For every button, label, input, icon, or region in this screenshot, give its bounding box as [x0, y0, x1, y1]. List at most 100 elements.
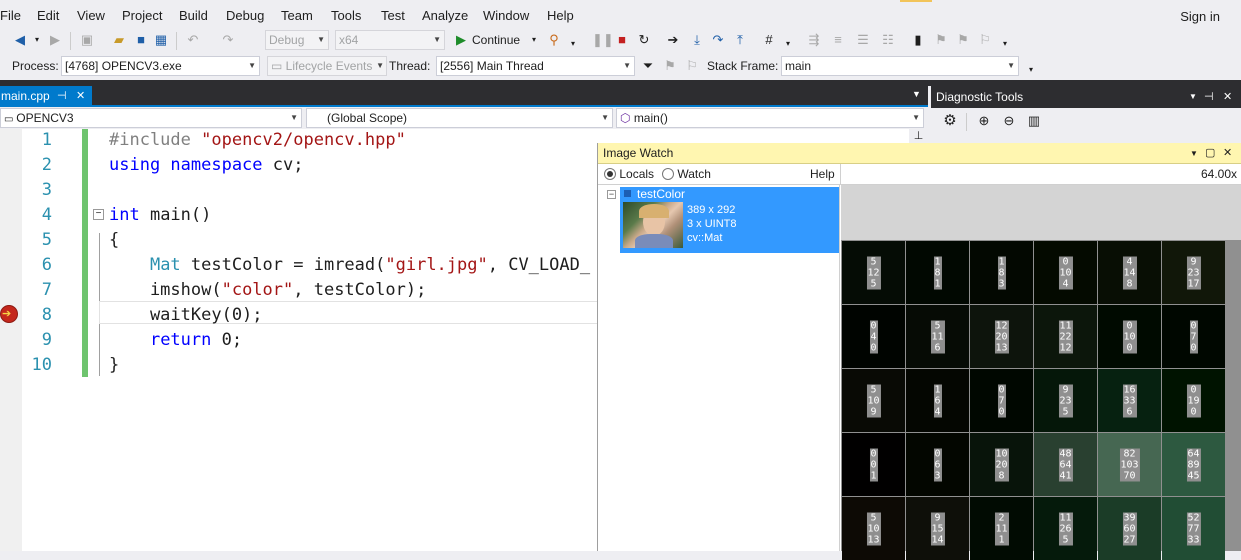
pixel-cell[interactable]: 0 19 0 [1162, 369, 1225, 432]
collapse-toggle-icon[interactable]: − [607, 190, 616, 199]
back-dropdown-icon[interactable]: ▾ [29, 32, 45, 48]
hex-dropdown-icon[interactable]: ▾ [780, 36, 796, 52]
pixel-cell[interactable]: 16 33 6 [1098, 369, 1161, 432]
flag-icon[interactable]: ⚐ [684, 58, 700, 74]
maximize-icon[interactable]: ▢ [1205, 143, 1215, 164]
flag-threads-icon[interactable]: ⚑ [662, 58, 678, 74]
pixel-cell[interactable]: 0 10 0 [1098, 305, 1161, 368]
continue-dropdown-icon[interactable]: ▾ [526, 32, 542, 48]
settings-gear-icon[interactable]: ⚙ [942, 113, 958, 129]
pixel-cell[interactable]: 0 0 1 [842, 433, 905, 496]
pixel-cell[interactable]: 0 7 0 [970, 369, 1033, 432]
open-file-icon[interactable]: ▰ [111, 32, 127, 48]
glyph-margin[interactable]: ➔ [0, 129, 22, 551]
toolbar-overflow-icon[interactable]: ▾ [1023, 62, 1039, 78]
filter-icon[interactable]: ⏷ [640, 58, 656, 74]
break-all-icon[interactable]: ❚❚ [592, 32, 614, 48]
menu-project[interactable]: Project [122, 8, 162, 23]
menu-build[interactable]: Build [179, 8, 208, 23]
zoom-in-icon[interactable]: ⊕ [976, 113, 992, 129]
thread-select[interactable]: [2556] Main Thread ▼ [436, 56, 635, 76]
uncomment-icon[interactable]: ☷ [880, 32, 896, 48]
pixel-grid[interactable]: 5 12 5 1 8 1 1 8 3 0 10 4 4 14 8 9 23 17 0 4 0… [841, 240, 1241, 560]
step-into-icon[interactable]: ⤓ [689, 32, 705, 48]
pin-icon[interactable]: ⊣ [57, 86, 67, 107]
show-next-statement-icon[interactable]: ➔ [665, 32, 681, 48]
pixel-cell[interactable]: 9 23 17 [1162, 241, 1225, 304]
pixel-cell[interactable]: 0 6 3 [906, 433, 969, 496]
undo-icon[interactable]: ↶ [185, 32, 201, 48]
thread-icon[interactable]: ⇶ [806, 32, 822, 48]
scope-select[interactable]: (Global Scope) ▼ [306, 108, 613, 128]
menu-debug[interactable]: Debug [226, 8, 264, 23]
stack-frame-select[interactable]: main ▼ [781, 56, 1019, 76]
menu-analyze[interactable]: Analyze [422, 8, 468, 23]
save-all-icon[interactable]: ▦ [153, 32, 169, 48]
pixel-cell[interactable]: 82 103 70 [1098, 433, 1161, 496]
stop-icon[interactable]: ■ [614, 32, 630, 48]
pixel-cell[interactable]: 64 89 45 [1162, 433, 1225, 496]
toolbar-overflow-icon[interactable]: ▾ [997, 36, 1013, 52]
split-window-icon[interactable]: ⊥ [909, 129, 928, 143]
step-out-icon[interactable]: ⤒ [732, 32, 748, 48]
menu-window[interactable]: Window [483, 8, 529, 23]
member-select[interactable]: ⬡ main() ▼ [616, 108, 924, 128]
menu-help[interactable]: Help [547, 8, 574, 23]
pixel-cell[interactable]: 12 20 13 [970, 305, 1033, 368]
sign-in-link[interactable]: Sign in [1180, 9, 1220, 24]
pixel-cell[interactable]: 9 23 5 [1034, 369, 1097, 432]
image-viewer[interactable]: 5 12 5 1 8 1 1 8 3 0 10 4 4 14 8 9 23 17 0 4 0… [841, 185, 1241, 560]
clear-bookmarks-icon[interactable]: ⚐ [977, 32, 993, 48]
save-icon[interactable]: ■ [133, 32, 149, 48]
locals-radio[interactable]: Locals [604, 167, 654, 181]
new-project-icon[interactable]: ▣ [79, 32, 95, 48]
lifecycle-events-button[interactable]: ▭ Lifecycle Events ▼ [267, 56, 387, 76]
pixel-cell[interactable]: 5 12 5 [842, 241, 905, 304]
indent-icon[interactable]: ≡ [830, 32, 846, 48]
forward-icon[interactable]: ▶ [47, 32, 63, 48]
process-select[interactable]: [4768] OPENCV3.exe ▼ [61, 56, 260, 76]
continue-button[interactable]: Continue [472, 33, 520, 47]
pixel-cell[interactable]: 1 8 1 [906, 241, 969, 304]
pin-icon[interactable]: ⊣ [1204, 86, 1214, 108]
pixel-cell[interactable]: 1 8 3 [970, 241, 1033, 304]
solution-config-select[interactable]: Debug ▼ [265, 30, 329, 50]
project-select[interactable]: ▭ OPENCV3 ▼ [0, 108, 302, 128]
pixel-cell[interactable]: 0 7 0 [1162, 305, 1225, 368]
menu-file[interactable]: File [0, 8, 21, 23]
pixel-cell[interactable]: 5 10 9 [842, 369, 905, 432]
zoom-out-icon[interactable]: ⊖ [1001, 113, 1017, 129]
menu-view[interactable]: View [77, 8, 105, 23]
watch-radio[interactable]: Watch [662, 167, 711, 181]
continue-icon[interactable]: ▶ [453, 32, 469, 48]
image-list[interactable]: − testColor 389 x 292 3 x UINT8 cv::Mat [598, 185, 840, 551]
pixel-cell[interactable]: 48 64 41 [1034, 433, 1097, 496]
menu-team[interactable]: Team [281, 8, 313, 23]
back-icon[interactable]: ◀ [12, 32, 28, 48]
attach-dropdown-icon[interactable]: ▾ [565, 36, 581, 52]
pixel-cell[interactable]: 11 22 12 [1034, 305, 1097, 368]
image-list-item[interactable]: testColor 389 x 292 3 x UINT8 cv::Mat [620, 187, 839, 253]
pixel-cell[interactable]: 4 14 8 [1098, 241, 1161, 304]
close-icon[interactable]: ✕ [1223, 86, 1232, 108]
tab-list-dropdown-icon[interactable]: ▼ [912, 89, 921, 99]
attach-icon[interactable]: ⚲ [546, 32, 562, 48]
menu-test[interactable]: Test [381, 8, 405, 23]
pixel-cell[interactable]: 1 6 4 [906, 369, 969, 432]
pixel-cell[interactable]: 0 4 0 [842, 305, 905, 368]
pixel-cell[interactable]: 0 10 4 [1034, 241, 1097, 304]
window-dropdown-icon[interactable]: ▼ [1190, 143, 1198, 164]
step-over-icon[interactable]: ↷ [710, 32, 726, 48]
restart-icon[interactable]: ↻ [636, 32, 652, 48]
bookmark-icon[interactable]: ▮ [910, 32, 926, 48]
help-link[interactable]: Help [810, 167, 835, 181]
collapse-toggle-icon[interactable]: − [93, 209, 104, 220]
pixel-cell[interactable]: 10 20 8 [970, 433, 1033, 496]
menu-edit[interactable]: Edit [37, 8, 59, 23]
window-dropdown-icon[interactable]: ▼ [1189, 86, 1197, 108]
hex-display-icon[interactable]: # [761, 32, 777, 48]
close-icon[interactable]: ✕ [1223, 143, 1232, 164]
next-bookmark-icon[interactable]: ⚑ [955, 32, 971, 48]
tab-main-cpp[interactable]: main.cpp ⊣ ✕ [0, 86, 92, 107]
close-icon[interactable]: ✕ [76, 86, 85, 107]
